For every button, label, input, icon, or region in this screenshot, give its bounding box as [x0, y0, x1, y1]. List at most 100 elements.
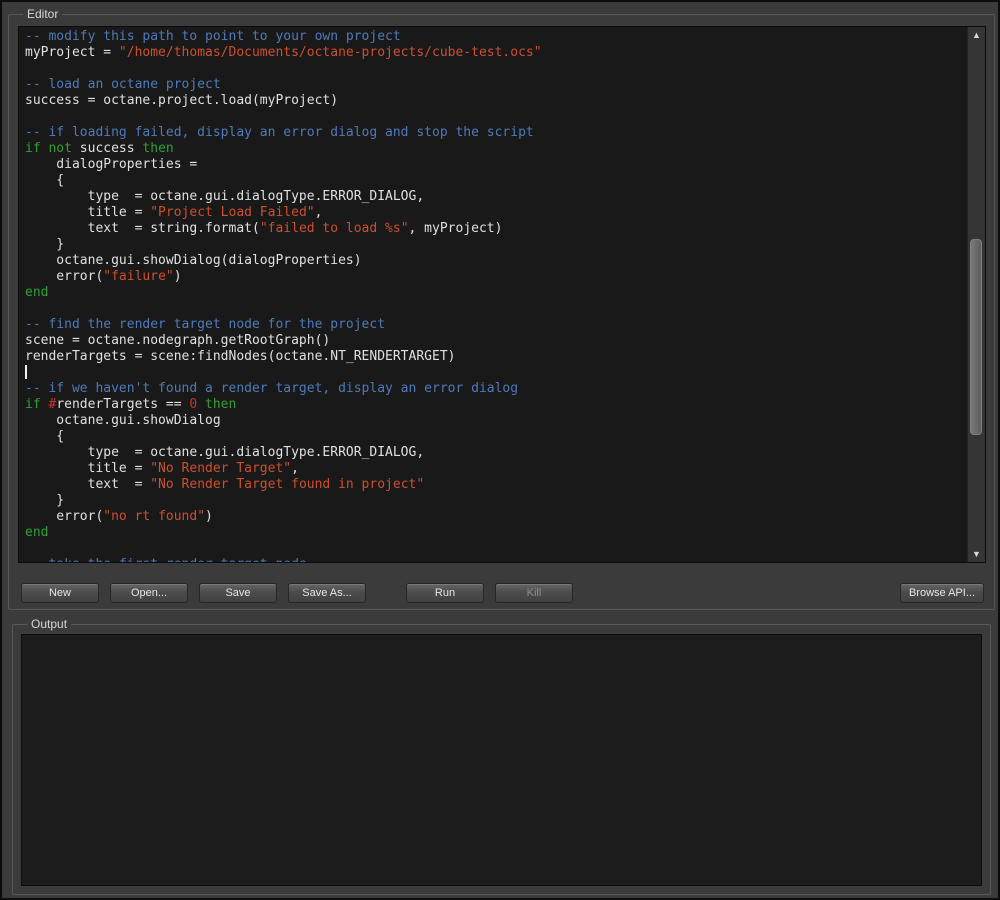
code-token-plain: error(: [25, 269, 104, 284]
save-as-button[interactable]: Save As...: [288, 583, 366, 603]
code-line: {: [25, 173, 967, 189]
scrollbar-thumb[interactable]: [970, 239, 982, 435]
code-line: success = octane.project.load(myProject): [25, 93, 967, 109]
code-token-keyword: not: [48, 141, 72, 156]
code-token-plain: ,: [314, 205, 323, 220]
code-token-plain: type = octane.gui.dialogType.ERROR_DIALO…: [25, 445, 425, 460]
editor-section-label: Editor: [23, 7, 63, 21]
code-line: end: [25, 285, 967, 301]
code-line: text = string.format("failed to load %s"…: [25, 221, 967, 237]
code-token-keyword: then: [142, 141, 174, 156]
code-token-plain: ): [205, 509, 213, 524]
code-line: }: [25, 493, 967, 509]
code-token-plain: octane.gui.showDialog(dialogProperties): [25, 253, 362, 268]
code-token-comment: -- modify this path to point to your own…: [25, 29, 401, 44]
code-line: if not success then: [25, 141, 967, 157]
editor-scrollbar[interactable]: ▲ ▼: [967, 27, 985, 562]
output-console: [21, 634, 982, 886]
code-line: text = "No Render Target found in projec…: [25, 477, 967, 493]
editor-section: Editor -- modify this path to point to y…: [8, 7, 995, 610]
code-token-plain: {: [25, 173, 65, 188]
code-token-keyword: end: [25, 525, 49, 540]
code-line: error("no rt found"): [25, 509, 967, 525]
code-line: -- modify this path to point to your own…: [25, 29, 967, 45]
code-token-string: "/home/thomas/Documents/octane-projects/…: [118, 45, 542, 60]
code-token-plain: title =: [25, 205, 151, 220]
code-token-plain: scene = octane.nodegraph.getRootGraph(): [25, 333, 331, 348]
code-token-plain: myProject =: [25, 45, 119, 60]
code-line: scene = octane.nodegraph.getRootGraph(): [25, 333, 967, 349]
code-token-string: "no rt found": [103, 509, 206, 524]
code-line: -- load an octane project: [25, 77, 967, 93]
code-token-keyword: if: [25, 141, 41, 156]
editor-toolbar: New Open... Save Save As... Run Kill Bro…: [21, 583, 984, 603]
code-token-comment: -- find the render target node for the p…: [25, 317, 386, 332]
code-line: end: [25, 525, 967, 541]
code-token-keyword: if: [25, 397, 41, 412]
code-token-plain: dialogProperties =: [25, 157, 198, 172]
open-button[interactable]: Open...: [110, 583, 188, 603]
code-token-plain: ,: [291, 461, 299, 476]
code-line: type = octane.gui.dialogType.ERROR_DIALO…: [25, 445, 967, 461]
code-token-string: "failure": [103, 269, 174, 284]
code-token-plain: text =: [25, 477, 151, 492]
code-line: octane.gui.showDialog(dialogProperties): [25, 253, 967, 269]
code-token-string: "failed to load %s": [259, 221, 409, 236]
code-line: dialogProperties =: [25, 157, 967, 173]
code-line: [25, 364, 967, 381]
code-token-string: "No Render Target": [150, 461, 292, 476]
code-line: octane.gui.showDialog: [25, 413, 967, 429]
code-line: -- find the render target node for the p…: [25, 317, 967, 333]
code-token-plain: success: [71, 141, 143, 156]
code-token-comment: -- if we haven't found a render target, …: [25, 381, 519, 396]
code-token-plain: {: [25, 429, 65, 444]
scrollbar-up-arrow-icon[interactable]: ▲: [968, 27, 985, 43]
code-token-plain: ): [173, 269, 182, 284]
code-line: if #renderTargets == 0 then: [25, 397, 967, 413]
code-token-keyword: end: [25, 285, 49, 300]
code-editor[interactable]: -- modify this path to point to your own…: [18, 26, 986, 563]
code-token-keyword: then: [205, 397, 237, 412]
code-token-comment: -- if loading failed, display an error d…: [25, 125, 534, 140]
run-button[interactable]: Run: [406, 583, 484, 603]
scrollbar-down-arrow-icon[interactable]: ▼: [968, 546, 985, 562]
code-token-string: "No Render Target found in project": [150, 477, 425, 492]
scrollbar-track[interactable]: [968, 43, 985, 546]
code-token-string: "Project Load Failed": [150, 205, 315, 220]
code-token-plain: success = octane.project.load(myProject): [25, 93, 339, 108]
code-token-plain: renderTargets = scene:findNodes(octane.N…: [25, 349, 456, 364]
output-section: Output: [12, 617, 991, 895]
code-token-plain: }: [25, 493, 65, 508]
code-lines[interactable]: -- modify this path to point to your own…: [19, 27, 967, 562]
code-token-comment: -- load an octane project: [25, 77, 221, 92]
browse-api-button[interactable]: Browse API...: [899, 583, 984, 603]
text-caret: [25, 364, 27, 379]
code-token-plain: renderTargets ==: [56, 397, 190, 412]
code-token-plain: type = octane.gui.dialogType.ERROR_DIALO…: [25, 189, 425, 204]
code-token-plain: title =: [25, 461, 151, 476]
kill-button: Kill: [495, 583, 573, 603]
new-button[interactable]: New: [21, 583, 99, 603]
code-token-comment: -- take the first render target node: [25, 557, 307, 562]
save-button[interactable]: Save: [199, 583, 277, 603]
code-line: -- if loading failed, display an error d…: [25, 125, 967, 141]
code-line: title = "Project Load Failed",: [25, 205, 967, 221]
code-line: renderTargets = scene:findNodes(octane.N…: [25, 349, 967, 365]
code-token-plain: octane.gui.showDialog: [25, 413, 221, 428]
code-line: type = octane.gui.dialogType.ERROR_DIALO…: [25, 189, 967, 205]
code-line: error("failure"): [25, 269, 967, 285]
code-token-plain: text = string.format(: [25, 221, 260, 236]
code-token-plain: , myProject): [408, 221, 503, 236]
code-token-plain: }: [25, 237, 65, 252]
code-line: -- if we haven't found a render target, …: [25, 381, 967, 397]
code-line: {: [25, 429, 967, 445]
output-section-label: Output: [27, 617, 72, 631]
code-line: title = "No Render Target",: [25, 461, 967, 477]
code-line: -- take the first render target node: [25, 557, 967, 562]
code-line: myProject = "/home/thomas/Documents/octa…: [25, 45, 967, 61]
